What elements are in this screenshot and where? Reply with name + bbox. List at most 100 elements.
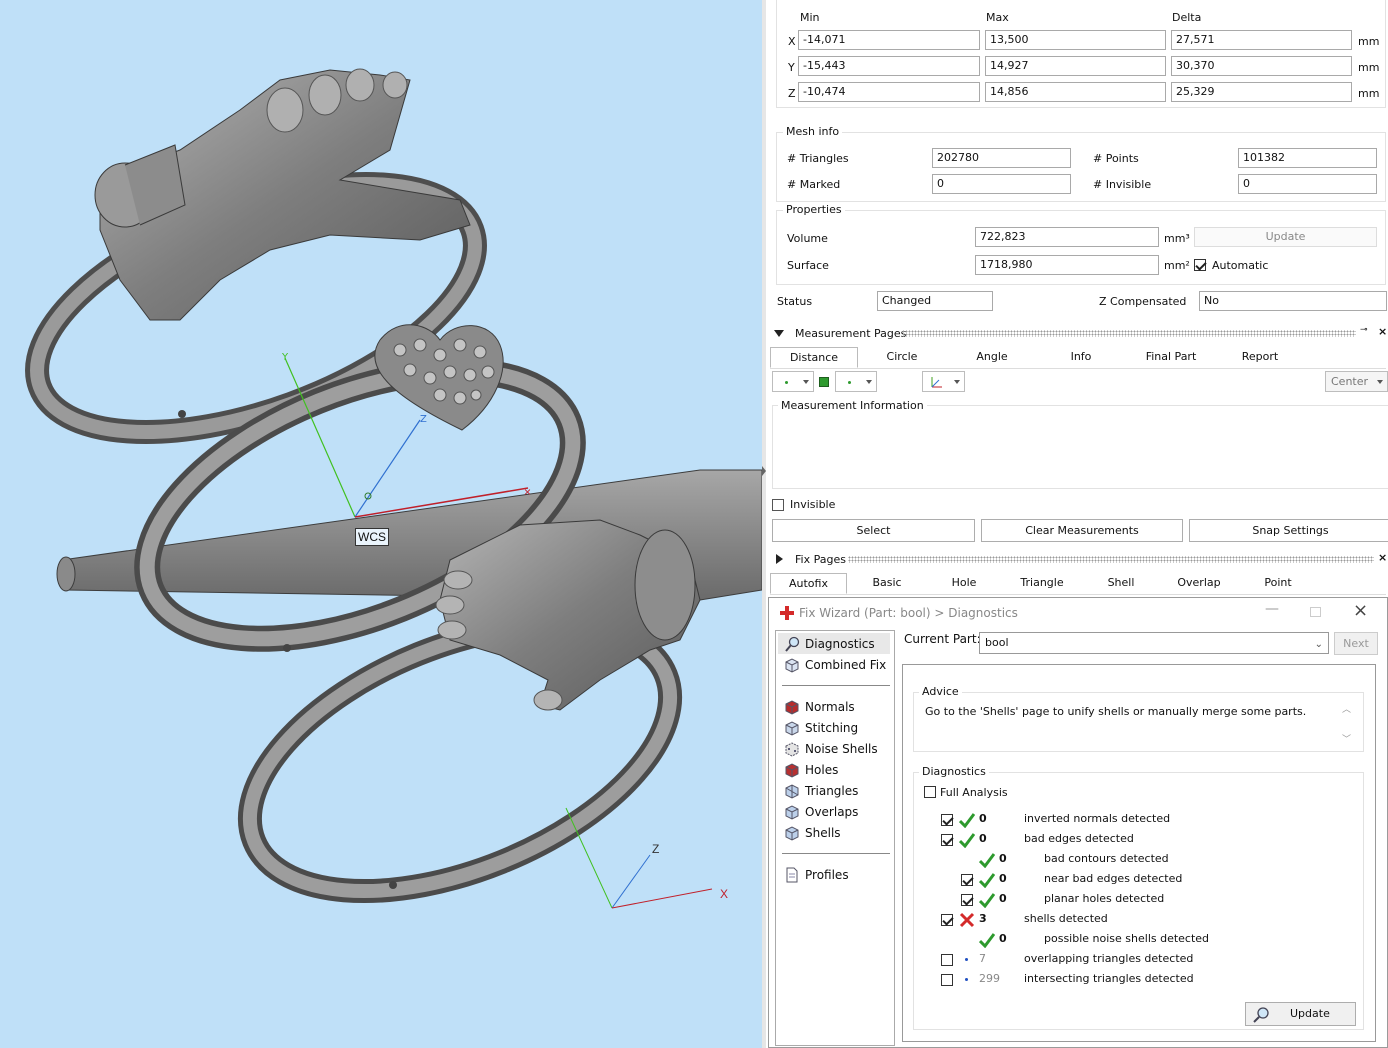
tab-triangle[interactable]: Triangle — [1003, 573, 1081, 594]
marked-field[interactable]: 0 — [932, 174, 1071, 194]
next-button[interactable]: Next — [1334, 632, 1378, 655]
tab-distance[interactable]: Distance — [770, 347, 858, 368]
current-part-dropdown[interactable]: bool ⌄ — [979, 632, 1329, 654]
maximize-icon[interactable] — [1310, 607, 1321, 617]
z-unit: mm — [1358, 87, 1380, 100]
tab-shell[interactable]: Shell — [1082, 573, 1160, 594]
fix-wizard-title: Fix Wizard (Part: bool) > Diagnostics — [799, 606, 1018, 620]
tab-angle[interactable]: Angle — [948, 347, 1036, 368]
info-dot-icon — [965, 958, 968, 961]
axis-z-label: Z — [788, 87, 796, 100]
minimize-icon[interactable]: — — [1265, 601, 1279, 617]
volume-label: Volume — [787, 232, 828, 245]
fix-wizard-sidebar: Diagnostics Combined Fix Normals Stitchi — [775, 630, 895, 1046]
current-part-label: Current Part: — [904, 632, 981, 646]
advice-group — [913, 692, 1364, 752]
advice-title: Advice — [919, 685, 962, 698]
measurement-collapse-icon[interactable] — [774, 330, 784, 337]
3d-viewport[interactable]: × WCS Z X Y Z — [0, 0, 762, 1048]
diag-checkbox[interactable] — [961, 874, 973, 886]
advice-scroll-up-icon[interactable]: ︿ — [1342, 702, 1351, 715]
fix-pages-title[interactable]: Fix Pages — [795, 553, 846, 566]
point-a-dropdown[interactable] — [772, 371, 814, 392]
diag-checkbox[interactable] — [941, 834, 953, 846]
measurement-pin-icon[interactable]: ⊸ — [1360, 325, 1368, 335]
diag-checkbox[interactable] — [941, 954, 953, 966]
diag-checkbox[interactable] — [941, 974, 953, 986]
x-delta-field[interactable]: 27,571 — [1171, 30, 1352, 50]
close-icon[interactable]: × — [1353, 600, 1368, 621]
update-diagnostics-button[interactable]: Update — [1245, 1002, 1356, 1026]
diag-count: 3 — [979, 912, 987, 925]
measurement-title-dots — [902, 330, 1356, 337]
header-delta: Delta — [1172, 11, 1202, 24]
center-dropdown-value: Center — [1331, 375, 1369, 388]
automatic-checkbox[interactable] — [1194, 259, 1206, 271]
tab-overlap[interactable]: Overlap — [1160, 573, 1238, 594]
tab-final-part[interactable]: Final Part — [1127, 347, 1215, 368]
points-field[interactable]: 101382 — [1238, 148, 1377, 168]
update-volume-button[interactable]: Update — [1194, 227, 1377, 247]
status-label: Status — [777, 295, 813, 308]
tab-basic[interactable]: Basic — [848, 573, 926, 594]
measurement-info-title: Measurement Information — [778, 399, 927, 412]
tab-point[interactable]: Point — [1239, 573, 1317, 594]
z-delta-field[interactable]: 25,329 — [1171, 82, 1352, 102]
surface-label: Surface — [787, 259, 829, 272]
wcs-label: WCS — [355, 528, 389, 546]
triangles-field[interactable]: 202780 — [932, 148, 1071, 168]
triangles-cube-icon — [784, 783, 800, 799]
surface-field[interactable]: 1718,980 — [975, 255, 1159, 275]
current-part-value: bool — [985, 636, 1009, 649]
diag-checkbox[interactable] — [961, 894, 973, 906]
y-delta-field[interactable]: 30,370 — [1171, 56, 1352, 76]
volume-field[interactable]: 722,823 — [975, 227, 1159, 247]
tab-autofix[interactable]: Autofix — [770, 573, 847, 594]
model-render: × — [25, 68, 762, 909]
z-min-field[interactable]: -10,474 — [798, 82, 980, 102]
fix-pages-expand-icon[interactable] — [776, 554, 783, 564]
axis-x-label: X — [788, 35, 796, 48]
diag-count: 0 — [999, 892, 1007, 905]
measurement-pages-title[interactable]: Measurement Pages — [795, 327, 906, 340]
z-max-field[interactable]: 14,856 — [985, 82, 1166, 102]
x-max-field[interactable]: 13,500 — [985, 30, 1166, 50]
snap-settings-button[interactable]: Snap Settings — [1189, 519, 1388, 542]
tab-info[interactable]: Info — [1037, 347, 1125, 368]
x-min-field[interactable]: -14,071 — [798, 30, 980, 50]
volume-unit: mm³ — [1164, 232, 1190, 245]
chevron-down-icon — [866, 380, 872, 384]
y-max-field[interactable]: 14,927 — [985, 56, 1166, 76]
tab-hole[interactable]: Hole — [925, 573, 1003, 594]
diag-count: 0 — [999, 872, 1007, 885]
diag-label: possible noise shells detected — [1044, 932, 1210, 945]
measurement-tabs: Distance Circle Angle Info Final Part Re… — [770, 347, 1386, 369]
full-analysis-checkbox[interactable] — [924, 786, 936, 798]
diag-checkbox[interactable] — [941, 814, 953, 826]
document-icon — [784, 867, 800, 883]
measurement-close-icon[interactable]: × — [1378, 325, 1387, 338]
green-check-icon — [979, 873, 995, 888]
y-min-field[interactable]: -15,443 — [798, 56, 980, 76]
center-dropdown[interactable]: Center — [1325, 371, 1388, 392]
invisible-checkbox[interactable] — [772, 499, 784, 511]
cube-icon — [784, 657, 800, 673]
tab-circle[interactable]: Circle — [858, 347, 946, 368]
link-icon[interactable] — [819, 377, 829, 387]
coordinate-system-dropdown[interactable] — [922, 371, 965, 392]
full-analysis-label: Full Analysis — [940, 786, 1008, 799]
fix-pages-close-icon[interactable]: × — [1378, 551, 1387, 564]
sidebar-label: Diagnostics — [805, 637, 875, 651]
select-button[interactable]: Select — [772, 519, 975, 542]
diag-checkbox[interactable] — [941, 914, 953, 926]
point-b-dropdown[interactable] — [835, 371, 877, 392]
diagnostics-list: 0 inverted normals detected 0 bad edges … — [913, 810, 1363, 1000]
clear-measurements-button[interactable]: Clear Measurements — [981, 519, 1183, 542]
diag-count: 0 — [979, 812, 987, 825]
advice-scroll-down-icon[interactable]: ﹀ — [1342, 732, 1351, 745]
fix-wizard-titlebar[interactable]: Fix Wizard (Part: bool) > Diagnostics — … — [769, 598, 1387, 628]
properties-panel: Min Max Delta X -14,071 13,500 27,571 mm… — [766, 0, 1388, 1048]
y-unit: mm — [1358, 61, 1380, 74]
invisible-count-field[interactable]: 0 — [1238, 174, 1377, 194]
tab-report[interactable]: Report — [1216, 347, 1304, 368]
